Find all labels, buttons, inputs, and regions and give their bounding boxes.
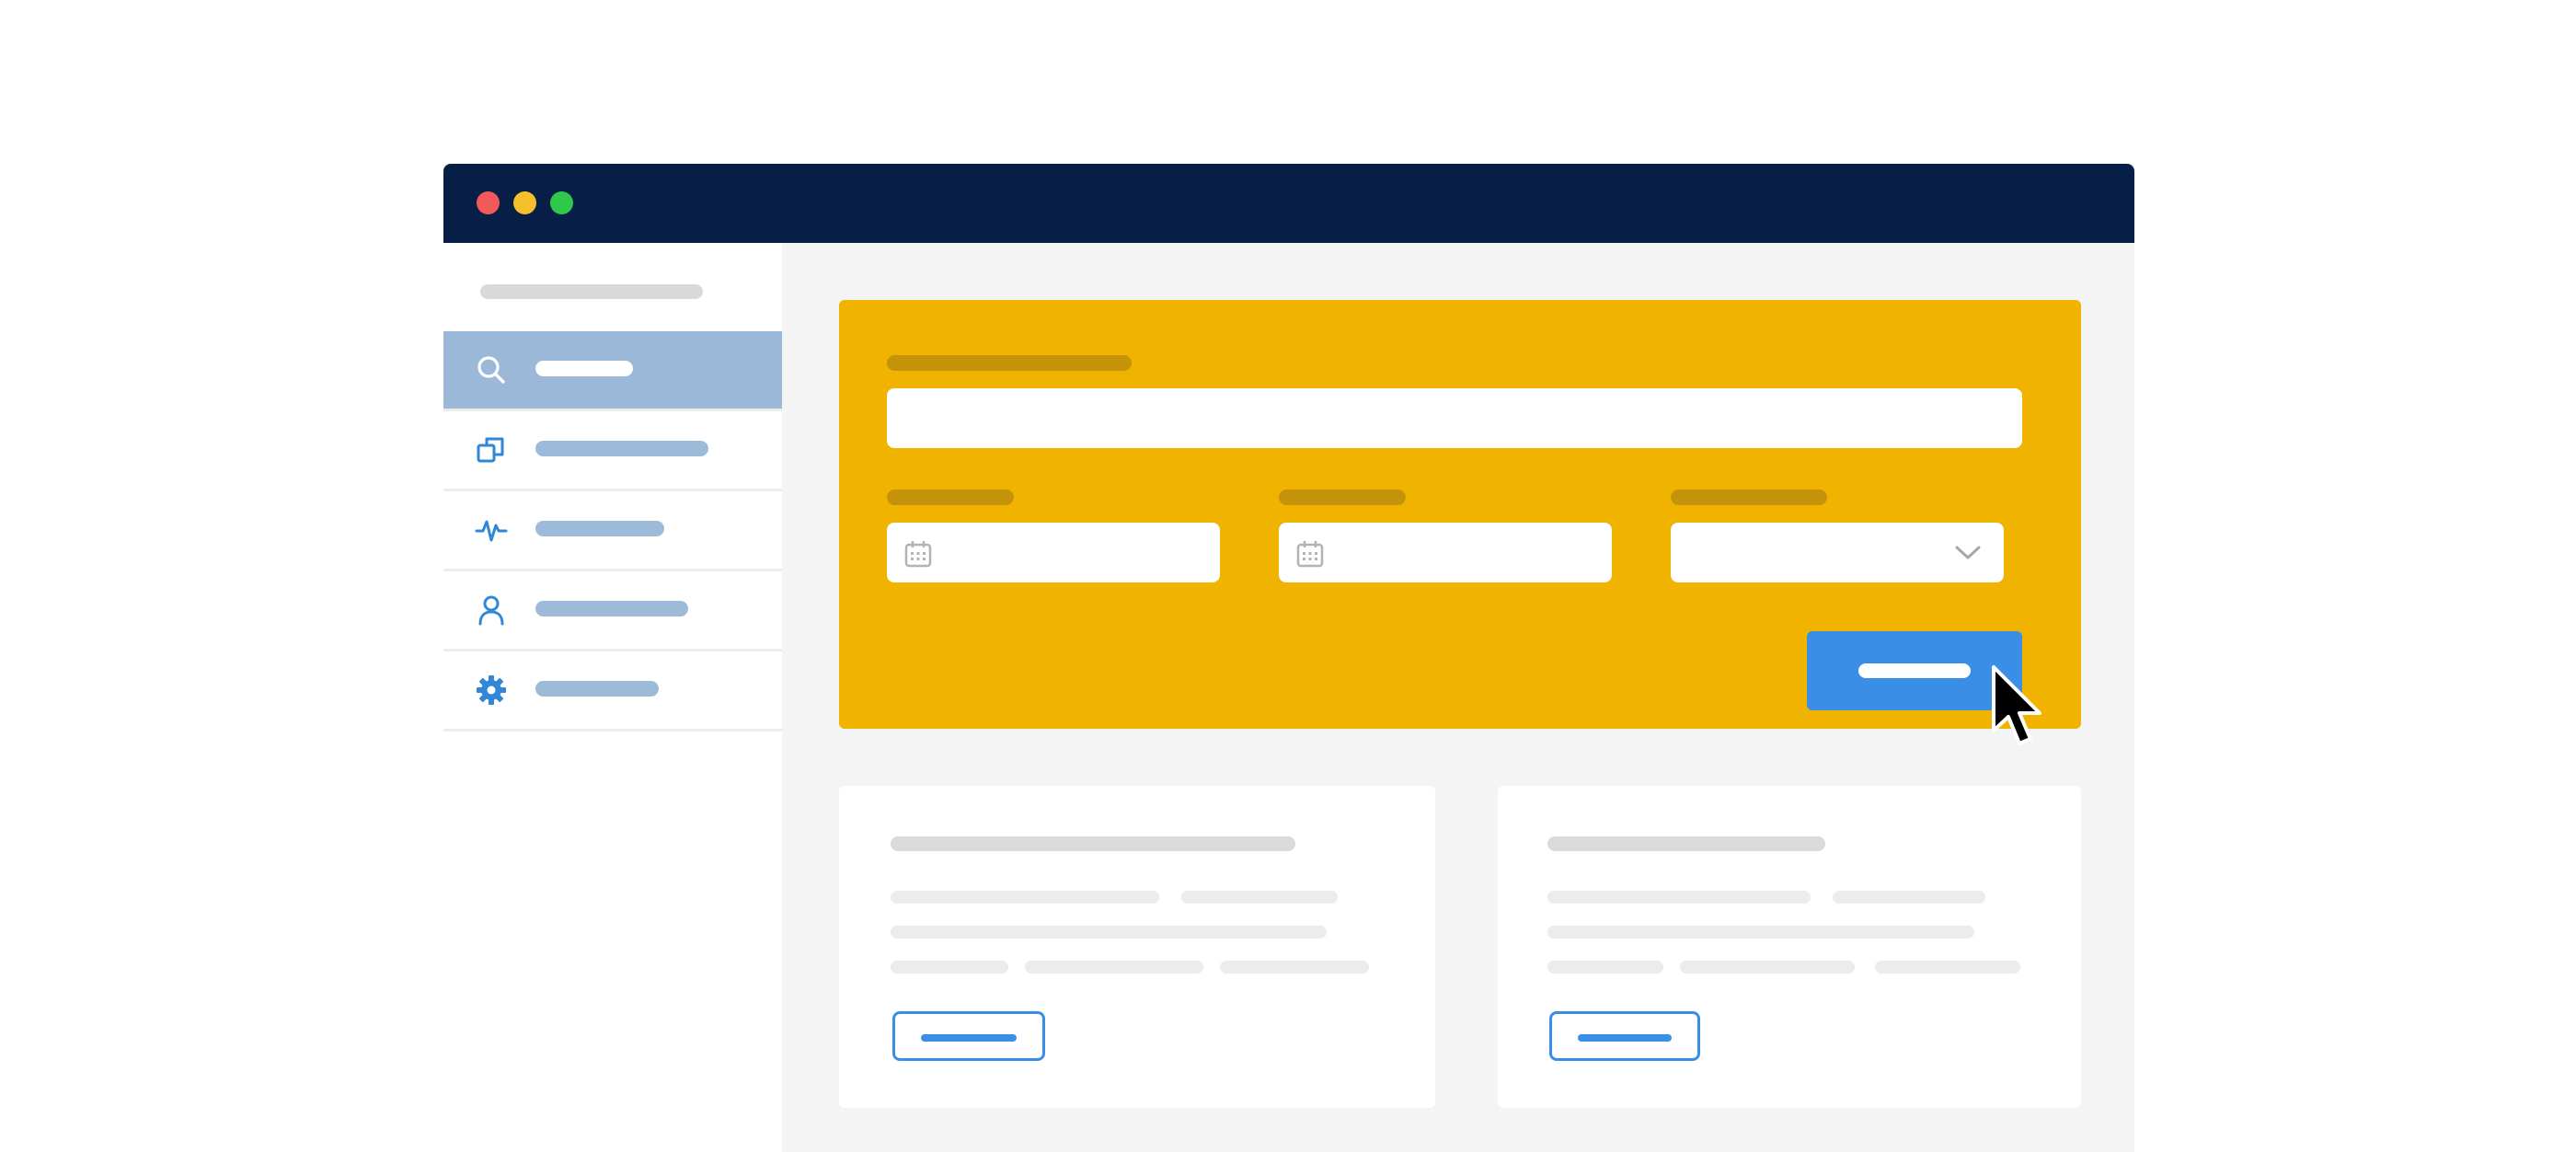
sidebar-header-placeholder	[480, 284, 703, 299]
search-button[interactable]	[1807, 631, 2022, 710]
calendar-icon	[1295, 539, 1325, 569]
sidebar-item-label	[535, 601, 688, 616]
search-button-label	[1858, 663, 1971, 678]
start-date-field[interactable]	[887, 523, 1220, 582]
app-window	[443, 164, 2134, 1152]
select-label	[1671, 490, 1827, 505]
search-icon	[475, 353, 508, 386]
copy-icon	[475, 433, 508, 467]
card-button-label	[1578, 1034, 1672, 1042]
sidebar-item-activity[interactable]	[443, 491, 782, 571]
card-text-placeholder	[1547, 926, 1974, 939]
search-panel	[839, 300, 2081, 729]
card-title	[1547, 836, 1825, 851]
sidebar-item-label	[535, 441, 708, 456]
select-dropdown[interactable]	[1671, 523, 2004, 582]
sidebar-item-label	[535, 361, 633, 376]
end-date-label	[1279, 490, 1406, 505]
sidebar-item-user[interactable]	[443, 571, 782, 651]
sidebar-item-search[interactable]	[443, 331, 782, 411]
end-date-field[interactable]	[1279, 523, 1612, 582]
activity-icon	[475, 513, 508, 547]
sidebar	[443, 243, 782, 1152]
card-text-placeholder	[891, 891, 1159, 904]
card-text-placeholder	[1875, 961, 2020, 973]
card-button-label	[921, 1034, 1017, 1042]
card-text-placeholder	[1833, 891, 1985, 904]
sidebar-nav	[443, 331, 782, 732]
card-text-placeholder	[1181, 891, 1338, 904]
title-bar	[443, 164, 2134, 243]
result-card	[839, 786, 1435, 1108]
card-text-placeholder	[891, 961, 1008, 973]
keyword-label	[887, 355, 1132, 371]
sidebar-item-settings[interactable]	[443, 651, 782, 732]
card-action-button[interactable]	[1549, 1011, 1700, 1061]
sidebar-item-label	[535, 521, 664, 536]
card-text-placeholder	[1025, 961, 1203, 973]
card-text-placeholder	[1547, 891, 1811, 904]
gear-icon	[475, 674, 508, 707]
card-action-button[interactable]	[892, 1011, 1045, 1061]
minimize-window-button[interactable]	[513, 191, 536, 214]
card-text-placeholder	[1547, 961, 1663, 973]
sidebar-item-copy[interactable]	[443, 411, 782, 491]
main-content	[782, 243, 2134, 1152]
card-text-placeholder	[1220, 961, 1369, 973]
calendar-icon	[903, 539, 933, 569]
start-date-label	[887, 490, 1014, 505]
sidebar-item-label	[535, 681, 659, 697]
user-icon	[475, 593, 508, 627]
result-card	[1498, 786, 2081, 1108]
chevron-down-icon	[1954, 543, 1982, 561]
keyword-input[interactable]	[887, 388, 2022, 448]
card-text-placeholder	[891, 926, 1327, 939]
card-text-placeholder	[1680, 961, 1855, 973]
close-window-button[interactable]	[477, 191, 500, 214]
card-title	[891, 836, 1295, 851]
maximize-window-button[interactable]	[550, 191, 573, 214]
